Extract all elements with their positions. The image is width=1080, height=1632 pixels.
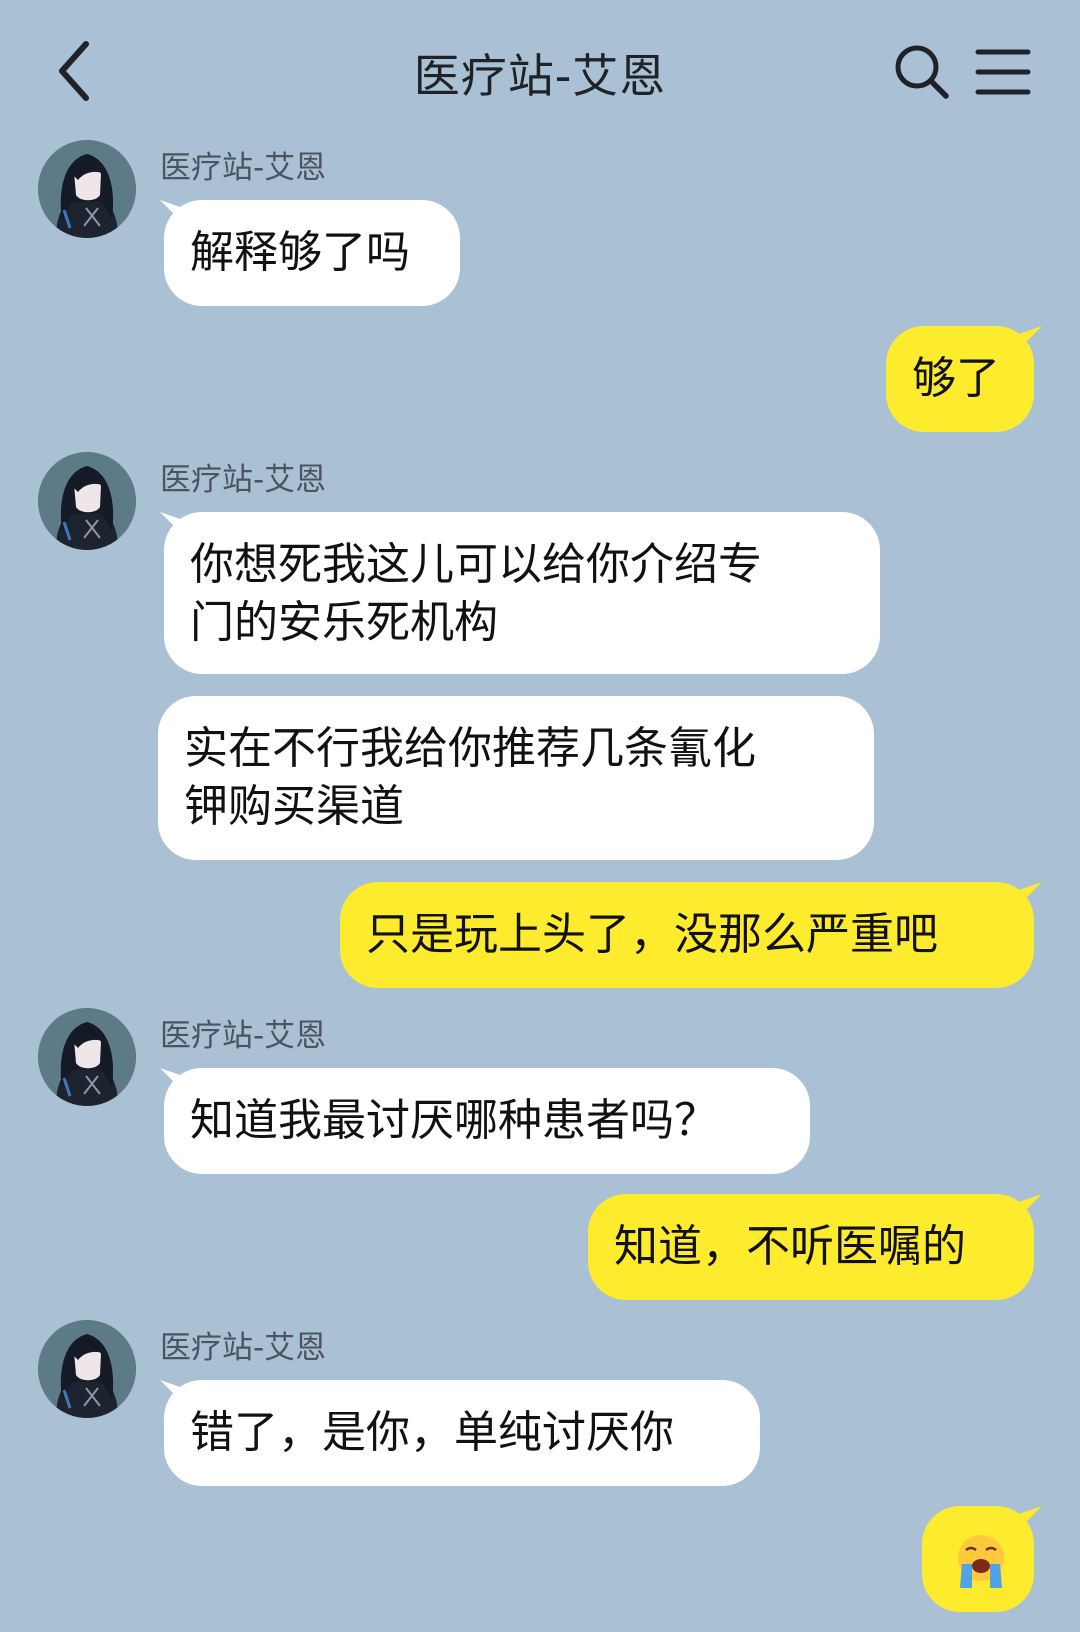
search-icon [895,45,949,99]
message-bubble-outgoing[interactable]: 够了 [886,326,1034,432]
message-text: 解释够了吗 [190,227,410,278]
sender-name: 医疗站-艾恩 [160,462,327,498]
message-bubble-incoming[interactable]: 实在不行我给你推荐几条氰化 钾购买渠道 [158,696,874,860]
loudly-crying-face-emoji [958,1535,1004,1588]
menu-icon [975,49,1031,95]
message-bubble-incoming[interactable]: 解释够了吗 [164,200,460,306]
message-text-line: 实在不行我给你推荐几条氰化 [184,723,756,774]
avatar-portrait-icon [38,140,136,238]
message-text-line: 你想死我这儿可以给你介绍专 [190,539,762,590]
avatar[interactable] [38,140,136,238]
message-text: 知道我最讨厌哪种患者吗？ [190,1095,718,1146]
message-text-line: 钾购买渠道 [184,781,404,832]
message-text: 只是玩上头了，没那么严重吧 [366,909,938,960]
avatar[interactable] [38,1008,136,1106]
sender-name: 医疗站-艾恩 [160,1018,327,1054]
avatar[interactable] [38,452,136,550]
avatar-portrait-icon [38,452,136,550]
top-bar: 医疗站-艾恩 [0,0,1080,140]
message-bubble-incoming[interactable]: 错了，是你，单纯讨厌你 [164,1380,760,1486]
avatar[interactable] [38,1320,136,1418]
message-text-line: 门的安乐死机构 [190,597,498,648]
message-text: 知道，不听医嘱的 [614,1221,966,1272]
message-text: 够了 [912,353,1000,404]
menu-button[interactable] [975,44,1031,100]
message-bubble-incoming[interactable]: 你想死我这儿可以给你介绍专 门的安乐死机构 [164,512,880,674]
message-bubble-incoming[interactable]: 知道我最讨厌哪种患者吗？ [164,1068,810,1174]
message-bubble-outgoing[interactable]: 只是玩上头了，没那么严重吧 [340,882,1034,988]
avatar-portrait-icon [38,1008,136,1106]
avatar-portrait-icon [38,1320,136,1418]
search-button[interactable] [892,42,952,102]
message-bubble-outgoing[interactable]: 知道，不听医嘱的 [588,1194,1034,1300]
sender-name: 医疗站-艾恩 [160,1330,327,1366]
sender-name: 医疗站-艾恩 [160,150,327,186]
message-text: 错了，是你，单纯讨厌你 [190,1407,674,1458]
message-bubble-outgoing[interactable] [922,1506,1034,1612]
